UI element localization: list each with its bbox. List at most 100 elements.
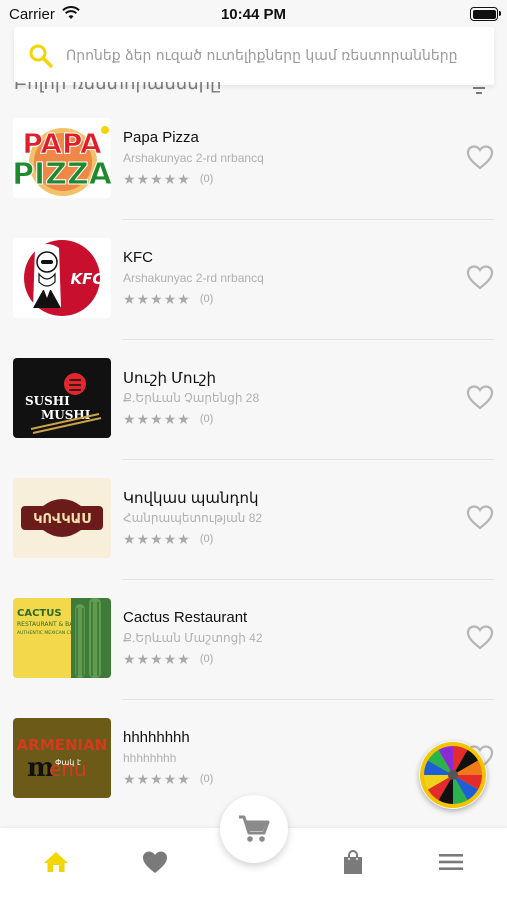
search-icon bbox=[29, 44, 53, 68]
star-icon: ★ bbox=[123, 411, 137, 427]
restaurant-row[interactable]: SUSHI MUSHI Սուշի Մուշի Ք.Երևան Չարենցի … bbox=[0, 340, 507, 460]
rating-count: (0) bbox=[199, 533, 214, 545]
search-input[interactable] bbox=[64, 47, 478, 65]
fortune-wheel-button[interactable] bbox=[419, 741, 487, 809]
star-icon: ★ bbox=[177, 291, 191, 307]
svg-text:ARMENIAN: ARMENIAN bbox=[17, 736, 108, 754]
menu-icon bbox=[439, 854, 463, 870]
rating: ★ ★ ★ ★ ★ (0) bbox=[123, 531, 213, 547]
star-icon: ★ bbox=[123, 531, 137, 547]
armenian-menu-logo: ARMENIAN m enu Փակ է bbox=[13, 718, 111, 798]
svg-text:PAPA: PAPA bbox=[22, 127, 102, 160]
svg-text:CACTUS: CACTUS bbox=[17, 608, 62, 619]
restaurant-name: hhhhhhhh bbox=[123, 729, 190, 746]
battery-icon bbox=[470, 7, 501, 21]
search-bar[interactable] bbox=[14, 27, 494, 85]
star-icon: ★ bbox=[163, 171, 178, 187]
restaurant-address: Arshakunyac 2-rd nrbancq bbox=[123, 271, 264, 285]
star-icon: ★ bbox=[177, 171, 191, 187]
star-icon: ★ bbox=[163, 411, 178, 427]
tab-favorites[interactable] bbox=[140, 848, 170, 876]
restaurant-row[interactable]: PAPA PIZZA Papa Pizza Arshakunyac 2-rd n… bbox=[0, 100, 507, 220]
star-icon: ★ bbox=[136, 531, 151, 547]
star-icon: ★ bbox=[163, 291, 178, 307]
restaurant-row[interactable]: ԿՈՎԿԱՍ Կովկաս պանդոկ Հանրապետության 82 ★… bbox=[0, 460, 507, 580]
cart-icon bbox=[239, 815, 270, 842]
star-icon: ★ bbox=[150, 531, 164, 547]
section-title: Բոլոր ռեստորանները bbox=[14, 82, 434, 96]
star-icon: ★ bbox=[136, 291, 151, 307]
star-icon: ★ bbox=[136, 171, 151, 187]
rating: ★ ★ ★ ★ ★ (0) bbox=[123, 411, 213, 427]
restaurant-row[interactable]: KFC KFC Arshakunyac 2-rd nrbancq ★ ★ ★ ★ ★ (… bbox=[0, 220, 507, 340]
cart-button[interactable] bbox=[220, 795, 288, 863]
rating-count: (0) bbox=[199, 413, 214, 425]
star-icon: ★ bbox=[136, 411, 151, 427]
star-icon: ★ bbox=[123, 651, 137, 667]
tab-orders[interactable] bbox=[338, 848, 368, 876]
svg-text:SUSHI: SUSHI bbox=[25, 394, 70, 408]
svg-text:ԿՈՎԿԱՍ: ԿՈՎԿԱՍ bbox=[33, 512, 91, 527]
rating-count: (0) bbox=[199, 773, 214, 785]
star-icon: ★ bbox=[136, 651, 151, 667]
star-icon: ★ bbox=[163, 771, 178, 787]
tab-home[interactable] bbox=[41, 848, 71, 876]
star-icon: ★ bbox=[177, 651, 191, 667]
cactus-logo: CACTUS RESTAURANT & BAR AUTHENTIC MEXICA… bbox=[13, 598, 111, 678]
shopping-bag-icon bbox=[344, 850, 362, 874]
star-icon: ★ bbox=[123, 771, 137, 787]
svg-text:RESTAURANT & BAR: RESTAURANT & BAR bbox=[17, 621, 78, 628]
rating: ★ ★ ★ ★ ★ (0) bbox=[123, 291, 213, 307]
heart-outline-icon[interactable] bbox=[466, 384, 494, 410]
star-icon: ★ bbox=[177, 411, 191, 427]
rating: ★ ★ ★ ★ ★ (0) bbox=[123, 651, 213, 667]
restaurant-list: PAPA PIZZA Papa Pizza Arshakunyac 2-rd n… bbox=[0, 100, 507, 820]
svg-text:PIZZA: PIZZA bbox=[13, 157, 111, 192]
svg-text:KFC: KFC bbox=[71, 270, 104, 288]
sushi-mushi-logo: SUSHI MUSHI bbox=[13, 358, 111, 438]
rating-count: (0) bbox=[199, 653, 214, 665]
restaurant-address: Հանրապետության 82 bbox=[123, 511, 263, 525]
rating: ★ ★ ★ ★ ★ (0) bbox=[123, 171, 213, 187]
star-icon: ★ bbox=[150, 411, 164, 427]
home-icon bbox=[44, 852, 68, 872]
star-icon: ★ bbox=[150, 651, 164, 667]
heart-icon bbox=[143, 851, 167, 873]
star-icon: ★ bbox=[123, 171, 137, 187]
star-icon: ★ bbox=[150, 771, 164, 787]
restaurant-address: Ք.Երևան Մաշտոցի 42 bbox=[123, 631, 263, 645]
star-icon: ★ bbox=[163, 651, 178, 667]
section-title-text: Բոլոր ռեստորանները bbox=[14, 82, 222, 94]
svg-text:MUSHI: MUSHI bbox=[41, 408, 91, 422]
star-icon: ★ bbox=[163, 531, 178, 547]
restaurant-address: Arshakunyac 2-rd nrbancq bbox=[123, 151, 264, 165]
heart-outline-icon[interactable] bbox=[466, 144, 494, 170]
heart-outline-icon[interactable] bbox=[466, 624, 494, 650]
kovkas-logo: ԿՈՎԿԱՍ bbox=[13, 478, 111, 558]
papa-pizza-logo: PAPA PIZZA bbox=[13, 118, 111, 198]
tab-menu[interactable] bbox=[436, 848, 466, 876]
restaurant-name: Կովկաս պանդոկ bbox=[123, 490, 259, 507]
status-bar: Carrier 10:44 PM bbox=[0, 0, 507, 28]
star-icon: ★ bbox=[177, 531, 191, 547]
heart-outline-icon[interactable] bbox=[466, 504, 494, 530]
star-icon: ★ bbox=[177, 771, 191, 787]
restaurant-name: Cactus Restaurant bbox=[123, 609, 248, 626]
status-time: 10:44 PM bbox=[220, 6, 287, 23]
sort-icon[interactable] bbox=[473, 86, 485, 96]
rating-count: (0) bbox=[199, 293, 214, 305]
restaurant-name: Սուշի Մուշի bbox=[123, 370, 217, 387]
star-icon: ★ bbox=[150, 291, 164, 307]
restaurant-name: KFC bbox=[123, 249, 153, 266]
svg-text:Փակ է: Փակ է bbox=[55, 758, 81, 767]
star-icon: ★ bbox=[123, 291, 137, 307]
heart-outline-icon[interactable] bbox=[466, 264, 494, 290]
star-icon: ★ bbox=[150, 171, 164, 187]
kfc-logo: KFC bbox=[13, 238, 111, 318]
restaurant-row[interactable]: CACTUS RESTAURANT & BAR AUTHENTIC MEXICA… bbox=[0, 580, 507, 700]
rating-count: (0) bbox=[199, 173, 214, 185]
restaurant-name: Papa Pizza bbox=[123, 129, 199, 146]
star-icon: ★ bbox=[136, 771, 151, 787]
restaurant-address: hhhhhhhh bbox=[123, 751, 177, 765]
rating: ★ ★ ★ ★ ★ (0) bbox=[123, 771, 213, 787]
